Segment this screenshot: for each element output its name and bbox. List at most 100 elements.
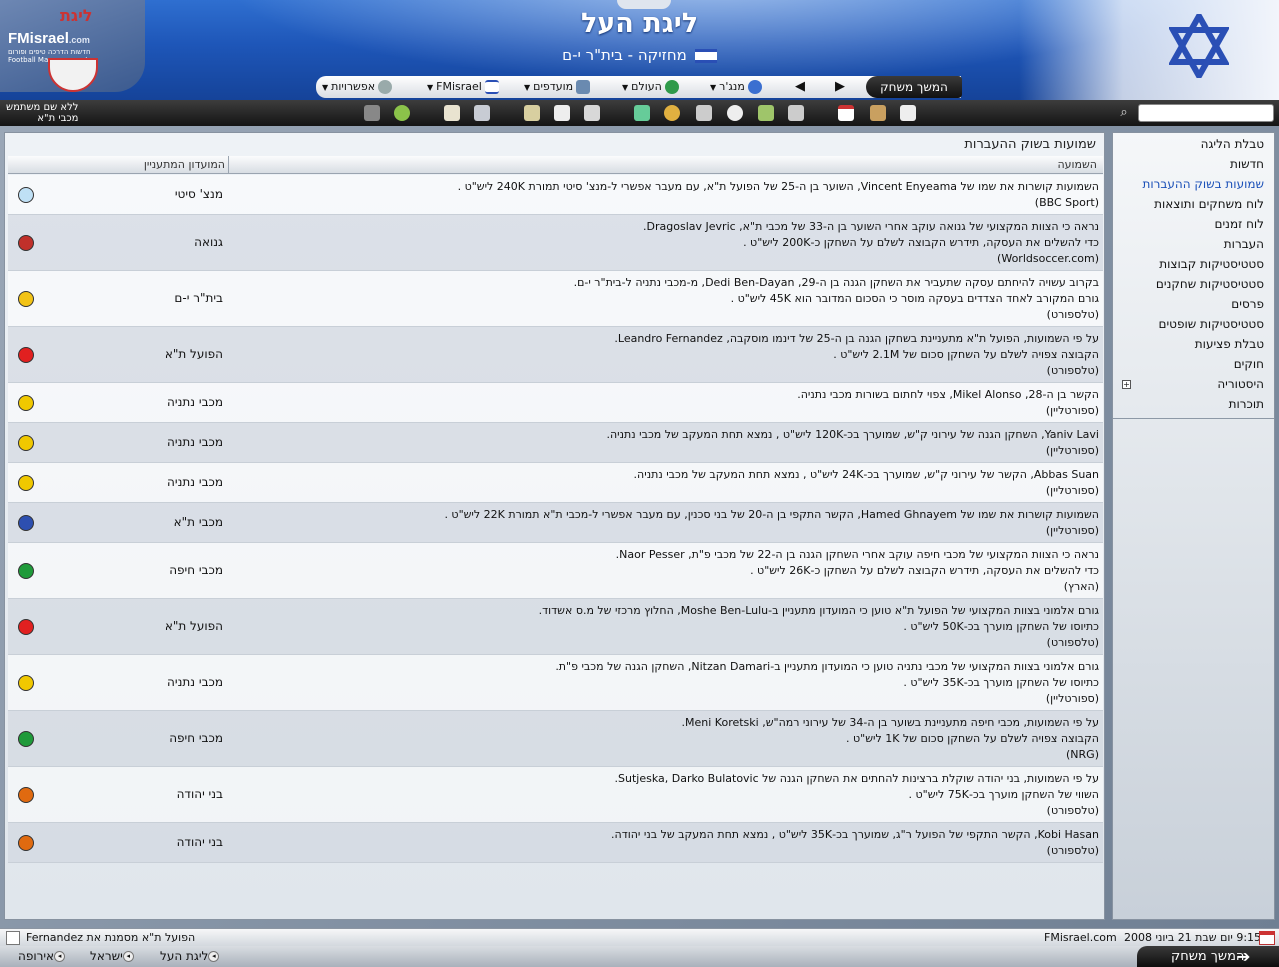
table-row[interactable]: נראה כי הצוות המקצועי של מכבי חיפה עוקב … [8,543,1103,599]
news-icon[interactable] [6,931,20,945]
continue-game-button[interactable]: המשך משחק [866,76,962,98]
search-input[interactable] [1138,104,1274,122]
rumour-text[interactable]: על פי השמועות, בני יהודה שוקלת ברצינות ל… [615,771,1099,819]
transfer-arrows-icon[interactable] [634,105,650,121]
finance-coins-icon[interactable] [664,105,680,121]
forward-arrow-icon[interactable]: ▶ [832,79,848,95]
table-row[interactable]: נראה כי הצוות המקצועי של גנואה עוקב אחרי… [8,215,1103,271]
calendar-date-icon[interactable] [1259,931,1275,945]
interested-club-link[interactable]: הפועל ת"א [165,347,223,361]
interested-club-link[interactable]: הפועל ת"א [165,619,223,633]
interested-club-link[interactable]: מכבי נתניה [167,475,223,489]
club-badge-icon[interactable] [18,515,34,531]
football-icon[interactable] [727,105,743,121]
club-badge-icon[interactable] [18,475,34,491]
table-row[interactable]: הקשר בן ה-28, Mikel Alonso, צפוי לחתום ב… [8,383,1103,423]
rumour-text[interactable]: Kobi Hasan, הקשר התקפי של הפועל ר"ג, שמו… [611,827,1099,859]
rumour-text[interactable]: השמועות קושרות את שמו של Vincent Enyeama… [458,179,1099,211]
binoculars-icon[interactable] [696,105,712,121]
inbox-icon[interactable] [870,105,886,121]
menu-item[interactable]: העברות [1224,237,1264,251]
interested-club-link[interactable]: מכבי נתניה [167,395,223,409]
breadcrumb-country[interactable]: ◂ישראל [90,949,138,964]
club-badge-icon[interactable] [18,787,34,803]
rumour-text[interactable]: נראה כי הצוות המקצועי של מכבי חיפה עוקב … [616,547,1099,595]
home-icon[interactable] [900,105,916,121]
table-row[interactable]: גורם אלמוני בצוות המקצועי של הפועל ת"א ט… [8,599,1103,655]
rumour-text[interactable]: Yaniv Lavi, השחקן הגנה של עירוני ק"ש, שמ… [606,427,1099,459]
interested-club-link[interactable]: מכבי חיפה [169,731,223,745]
club-badge-icon[interactable] [18,675,34,691]
club-badge-icon[interactable] [18,563,34,579]
options-menu[interactable]: ▼ אפשרויות [322,79,393,95]
manager-menu[interactable]: ▼ מנג'ר [710,79,762,95]
rumour-text[interactable]: על פי השמועות, הפועל ת"א מתעניינת בשחקן … [614,331,1099,379]
help-icon[interactable] [364,105,380,121]
world-menu[interactable]: ▼ העולם [622,79,679,95]
club-badge-icon[interactable] [18,347,34,363]
club-badge-icon[interactable] [18,187,34,203]
club-badge-icon[interactable] [18,395,34,411]
menu-item[interactable]: סטטיסטיקות שופטים [1159,317,1264,331]
menu-item[interactable]: לוח משחקים ותוצאות [1154,197,1264,211]
news-ticker[interactable]: הפועל ת"א מסמנת את Fernandez [26,931,195,944]
interested-club-link[interactable]: גנואה [194,235,223,249]
rumour-text[interactable]: על פי השמועות, מכבי חיפה מתעניינת בשוער … [682,715,1099,763]
menu-item[interactable]: חדשות [1230,157,1264,171]
interested-club-link[interactable]: מכבי ת"א [174,515,223,529]
interested-club-link[interactable]: בני יהודה [177,787,223,801]
table-row[interactable]: בקרוב עשויה להיחתם עסקה שתעביר את השחקן … [8,271,1103,327]
expand-plus-icon[interactable]: + [1122,380,1131,389]
menu-item[interactable]: סטטיסטיקות שחקנים [1156,277,1264,291]
club-badge-icon[interactable] [18,731,34,747]
table-row[interactable]: על פי השמועות, מכבי חיפה מתעניינת בשוער … [8,711,1103,767]
favorites-menu[interactable]: ▼ מועדפים [524,79,591,95]
breadcrumb-continent[interactable]: ◂אירופה [18,949,69,964]
squad-icon[interactable] [788,105,804,121]
rumour-text[interactable]: השמועות קושרות את שמו של Hamed Ghnayem, … [444,507,1099,539]
rumour-text[interactable]: גורם אלמוני בצוות המקצועי של הפועל ת"א ט… [539,603,1099,651]
table-row[interactable]: גורם אלמוני בצוות המקצועי של מכבי נתניה … [8,655,1103,711]
table-row[interactable]: על פי השמועות, הפועל ת"א מתעניינת בשחקן … [8,327,1103,383]
feather-icon[interactable] [524,105,540,121]
club-badge-icon[interactable] [18,435,34,451]
table-row[interactable]: השמועות קושרות את שמו של Hamed Ghnayem, … [8,503,1103,543]
menu-item[interactable]: היסטוריה [1217,377,1264,391]
rumour-text[interactable]: גורם אלמוני בצוות המקצועי של מכבי נתניה … [555,659,1099,707]
site-link[interactable]: FMisrael.com [1044,931,1117,944]
menu-item[interactable]: שמועות בשוק ההעברות [1143,177,1265,191]
menu-item[interactable]: טבלת הליגה [1201,137,1264,151]
breadcrumb-league[interactable]: ◂ליגת העל [160,949,223,964]
table-row[interactable]: Abbas Suan, הקשר של עירוני ק"ש, שמוערך ב… [8,463,1103,503]
interested-club-link[interactable]: בית"ר י-ם [174,291,223,305]
column-header-club[interactable]: המועדון המתעניין [144,158,225,171]
notepad-icon[interactable] [444,105,460,121]
table-row[interactable]: Kobi Hasan, הקשר התקפי של הפועל ר"ג, שמו… [8,823,1103,863]
table-row[interactable]: על פי השמועות, בני יהודה שוקלת ברצינות ל… [8,767,1103,823]
calendar-icon[interactable] [838,105,854,121]
rumour-text[interactable]: נראה כי הצוות המקצועי של גנואה עוקב אחרי… [643,219,1099,267]
fmisrael-menu[interactable]: ▼ FMisrael [427,79,499,95]
trophy-icon[interactable] [584,105,600,121]
table-row[interactable]: השמועות קושרות את שמו של Vincent Enyeama… [8,175,1103,215]
rumour-text[interactable]: בקרוב עשויה להיחתם עסקה שתעביר את השחקן … [574,275,1099,323]
interested-club-link[interactable]: מכבי נתניה [167,435,223,449]
column-header-rumour[interactable]: השמועה [1057,158,1097,171]
interested-club-link[interactable]: מכבי חיפה [169,563,223,577]
menu-item[interactable]: חוקים [1234,357,1264,371]
club-badge-icon[interactable] [18,291,34,307]
interested-club-link[interactable]: מכבי נתניה [167,675,223,689]
back-arrow-icon[interactable]: ◀ [792,79,808,95]
menu-item[interactable]: תוכרות [1229,397,1264,411]
club-badge-icon[interactable] [18,619,34,635]
club-badge-icon[interactable] [18,235,34,251]
tactics-icon[interactable] [758,105,774,121]
menu-item[interactable]: לוח זמנים [1215,217,1265,231]
scout-search-icon[interactable] [474,105,490,121]
interested-club-link[interactable]: מנצ' סיטי [175,187,223,201]
menu-item[interactable]: פרסים [1231,297,1264,311]
interested-club-link[interactable]: בני יהודה [177,835,223,849]
continue-game-bottom-button[interactable]: המשך משחק ➔ [1137,946,1279,967]
report-icon[interactable] [554,105,570,121]
question-icon[interactable] [394,105,410,121]
